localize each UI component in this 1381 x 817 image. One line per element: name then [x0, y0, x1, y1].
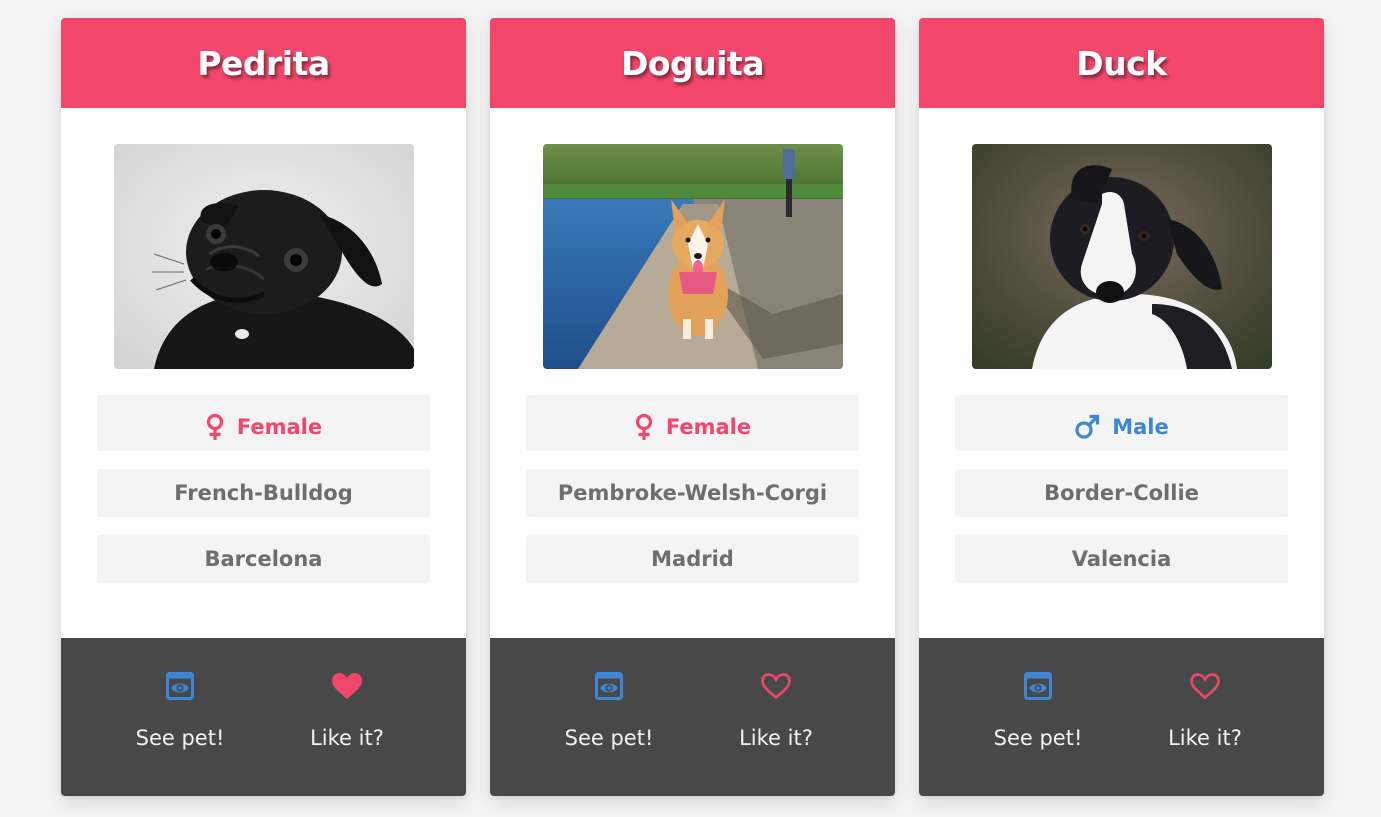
pet-photo: [972, 144, 1272, 369]
see-pet-button[interactable]: See pet!: [968, 668, 1108, 750]
male-icon: [1074, 414, 1100, 440]
see-pet-label: See pet!: [135, 726, 225, 750]
breed-label: Border-Collie: [1044, 481, 1199, 505]
city-label: Barcelona: [204, 547, 323, 571]
card-header: Pedrita: [61, 18, 466, 108]
like-label: Like it?: [739, 726, 813, 750]
female-icon: [634, 413, 654, 441]
card-footer: See pet! Like it?: [490, 638, 895, 796]
pet-name: Pedrita: [197, 43, 330, 83]
like-button[interactable]: Like it?: [277, 668, 417, 750]
breed-badge: Border-Collie: [955, 469, 1288, 517]
female-icon: [205, 413, 225, 441]
pet-card-pedrita: Pedrita Female French-Bulldog Barcelona …: [61, 18, 466, 796]
like-button[interactable]: Like it?: [1135, 668, 1275, 750]
card-footer: See pet! Like it?: [919, 638, 1324, 796]
pet-card-duck: Duck Male Border-Collie Valencia See pet…: [919, 18, 1324, 796]
gender-label: Female: [236, 415, 323, 439]
city-label: Madrid: [651, 547, 734, 571]
breed-label: Pembroke-Welsh-Corgi: [557, 481, 828, 505]
pet-name: Doguita: [620, 43, 765, 83]
see-pet-label: See pet!: [564, 726, 654, 750]
see-pet-label: See pet!: [993, 726, 1083, 750]
see-pet-button[interactable]: See pet!: [539, 668, 679, 750]
pet-card-doguita: Doguita Female Pembroke-Welsh-Corgi Madr…: [490, 18, 895, 796]
like-label: Like it?: [310, 726, 384, 750]
city-badge: Barcelona: [97, 535, 430, 583]
eye-icon: [1024, 668, 1052, 704]
city-badge: Madrid: [526, 535, 859, 583]
city-label: Valencia: [1071, 547, 1172, 571]
breed-badge: French-Bulldog: [97, 469, 430, 517]
pet-name: Duck: [1076, 43, 1167, 83]
eye-icon: [166, 668, 194, 704]
breed-label: French-Bulldog: [174, 481, 353, 505]
city-badge: Valencia: [955, 535, 1288, 583]
gender-badge: Female: [97, 395, 430, 451]
heart-outline-icon: [1189, 668, 1221, 704]
gender-label: Male: [1112, 415, 1169, 439]
heart-filled-icon: [331, 668, 363, 704]
gender-badge: Female: [526, 395, 859, 451]
breed-badge: Pembroke-Welsh-Corgi: [526, 469, 859, 517]
card-footer: See pet! Like it?: [61, 638, 466, 796]
card-header: Duck: [919, 18, 1324, 108]
pet-photo: [543, 144, 843, 369]
heart-outline-icon: [760, 668, 792, 704]
gender-label: Female: [665, 415, 752, 439]
see-pet-button[interactable]: See pet!: [110, 668, 250, 750]
like-label: Like it?: [1168, 726, 1242, 750]
gender-badge: Male: [955, 395, 1288, 451]
like-button[interactable]: Like it?: [706, 668, 846, 750]
pet-photo: [114, 144, 414, 369]
eye-icon: [595, 668, 623, 704]
card-header: Doguita: [490, 18, 895, 108]
